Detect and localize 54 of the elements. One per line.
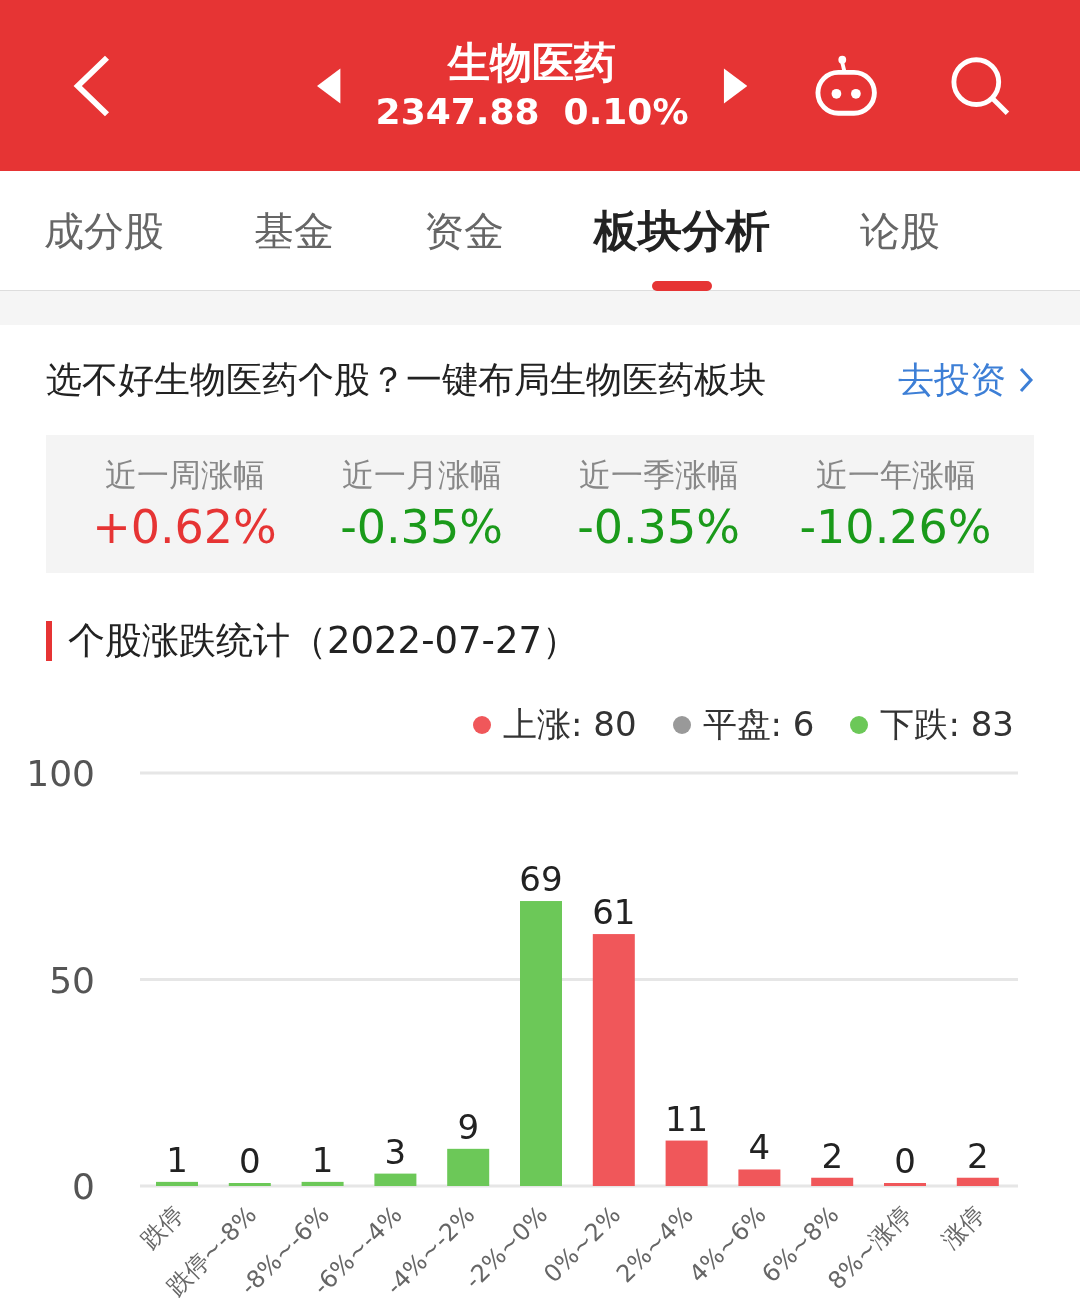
bar-value: 9 [457,1106,479,1147]
index-title: 生物医药 [448,36,617,89]
legend-label: 平盘: 6 [702,703,815,746]
stat-label: 近一月涨幅 [341,455,502,497]
bar [156,1181,198,1186]
y-tick-label: 50 [49,959,95,1000]
next-icon[interactable] [721,67,748,104]
bar [811,1177,854,1186]
bar [738,1169,781,1186]
tab[interactable]: 成分股 [44,170,164,291]
x-axis-label: 跌停 [135,1199,190,1254]
stat-value: -0.35% [340,499,503,557]
bar-value: 3 [384,1131,407,1172]
bar-value: 2 [967,1135,989,1176]
section-title: 个股涨跌统计（2022-07-27） [68,618,580,664]
stat-label: 近一年涨幅 [815,455,976,497]
bar-value: 4 [748,1127,771,1167]
chevron-right-icon[interactable] [1018,366,1034,394]
zero-marker [228,1182,271,1186]
robot-icon[interactable] [815,53,878,118]
bar [374,1173,417,1186]
x-axis-label: 涨停 [936,1199,991,1254]
search-icon[interactable] [949,54,1010,117]
stat-label: 近一周涨幅 [104,455,265,497]
stat-value: -10.26% [799,499,992,557]
bar-value: 11 [664,1098,709,1139]
index-price: 2347.88 [375,90,540,135]
bar-value: 1 [166,1139,188,1180]
bar-value: 1 [311,1139,334,1180]
zero-marker [884,1182,926,1186]
bar-value: 61 [592,891,636,932]
bar-value: 2 [821,1135,843,1176]
tab[interactable]: 资金 [424,170,504,291]
index-change: 0.10% [563,90,689,135]
legend-label: 上涨: 80 [503,703,637,746]
bar [447,1148,490,1186]
legend-label: 下跌: 83 [880,703,1014,746]
invest-link[interactable]: 去投资 [898,353,1034,407]
stat-value: +0.62% [92,499,277,557]
bar-value: 0 [894,1140,916,1181]
bar-value: 0 [239,1140,261,1181]
bar [301,1181,344,1186]
stat-label: 近一季涨幅 [578,455,739,497]
tab[interactable]: 论股 [860,170,940,291]
promo-text: 选不好生物医药个股？一键布局生物医药板块 [46,358,766,402]
tab[interactable]: 基金 [254,170,334,291]
y-tick-label: 0 [72,1165,95,1207]
bar [665,1140,708,1186]
previous-icon[interactable] [316,67,343,104]
bar [956,1177,999,1186]
tab[interactable]: 板块分析 [594,170,770,291]
y-tick-label: 100 [26,752,95,794]
stat-value: -0.35% [577,499,740,557]
bar-value: 69 [519,858,563,899]
